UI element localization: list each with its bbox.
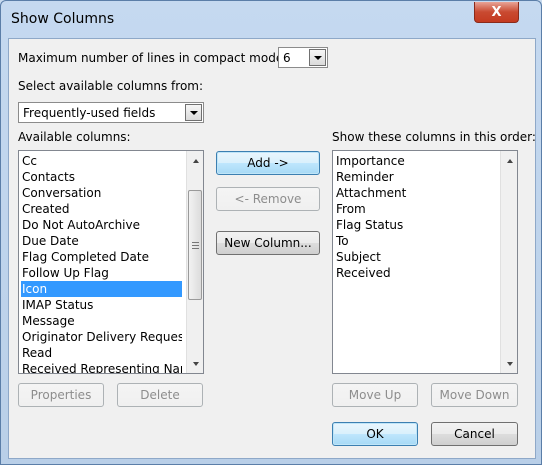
scroll-up-button[interactable] bbox=[501, 152, 517, 169]
title-bar: Show Columns X bbox=[1, 1, 541, 38]
dialog-body: Maximum number of lines in compact mode:… bbox=[8, 38, 536, 459]
cancel-button[interactable]: Cancel bbox=[431, 422, 518, 446]
list-item[interactable]: Received bbox=[335, 265, 496, 281]
new-column-button[interactable]: New Column... bbox=[216, 231, 320, 255]
scroll-up-button[interactable] bbox=[187, 152, 203, 169]
arrow-up-icon bbox=[192, 158, 199, 163]
scroll-down-button[interactable] bbox=[501, 355, 517, 372]
move-up-button[interactable]: Move Up bbox=[332, 383, 418, 407]
close-button[interactable]: X bbox=[474, 2, 519, 23]
add-button[interactable]: Add -> bbox=[216, 151, 320, 175]
ok-button[interactable]: OK bbox=[332, 422, 418, 446]
move-down-button[interactable]: Move Down bbox=[431, 383, 518, 407]
show-columns-dialog: Show Columns X Maximum number of lines i… bbox=[0, 0, 542, 465]
select-from-select[interactable]: Frequently-used fields bbox=[18, 102, 204, 123]
compact-mode-value: 6 bbox=[283, 51, 291, 65]
list-item[interactable]: Icon bbox=[21, 281, 182, 297]
delete-button[interactable]: Delete bbox=[117, 383, 203, 407]
chevron-down-icon bbox=[313, 55, 322, 60]
scroll-down-button[interactable] bbox=[187, 355, 203, 372]
scroll-thumb[interactable] bbox=[188, 190, 202, 300]
available-columns-list[interactable]: Cc Contacts Conversation Created Do Not Auto… bbox=[18, 150, 204, 374]
close-icon: X bbox=[491, 4, 502, 20]
shown-columns-scrollbar[interactable] bbox=[500, 151, 517, 373]
list-item[interactable]: Follow Up Flag bbox=[21, 265, 182, 281]
list-item[interactable]: Message bbox=[21, 313, 182, 329]
compact-mode-label: Maximum number of lines in compact mode: bbox=[18, 51, 288, 65]
arrow-down-icon bbox=[192, 361, 199, 366]
list-item[interactable]: Conversation bbox=[21, 185, 182, 201]
list-item[interactable]: Attachment bbox=[335, 185, 496, 201]
list-item[interactable]: From bbox=[335, 201, 496, 217]
grip-icon bbox=[191, 241, 199, 249]
list-item[interactable]: Due Date bbox=[21, 233, 182, 249]
list-item[interactable]: Do Not AutoArchive bbox=[21, 217, 182, 233]
list-item[interactable]: Importance bbox=[335, 153, 496, 169]
list-item[interactable]: IMAP Status bbox=[21, 297, 182, 313]
arrow-up-icon bbox=[506, 158, 513, 163]
list-item[interactable]: To bbox=[335, 233, 496, 249]
properties-button[interactable]: Properties bbox=[18, 383, 104, 407]
select-from-dropdown-button[interactable] bbox=[185, 104, 202, 121]
compact-mode-dropdown-button[interactable] bbox=[309, 49, 326, 66]
list-item[interactable]: Subject bbox=[335, 249, 496, 265]
list-item[interactable]: Cc bbox=[21, 153, 182, 169]
list-item[interactable]: Created bbox=[21, 201, 182, 217]
compact-mode-select[interactable]: 6 bbox=[278, 47, 328, 68]
chevron-down-icon bbox=[189, 110, 198, 115]
list-item[interactable]: Flag Completed Date bbox=[21, 249, 182, 265]
shown-columns-label: Show these columns in this order: bbox=[332, 130, 536, 144]
remove-button[interactable]: <- Remove bbox=[216, 187, 320, 211]
dialog-title: Show Columns bbox=[11, 11, 115, 27]
list-item[interactable]: Originator Delivery Requested bbox=[21, 329, 182, 345]
available-columns-label: Available columns: bbox=[18, 130, 131, 144]
list-item[interactable]: Received Representing Name bbox=[21, 361, 182, 373]
available-columns-scrollbar[interactable] bbox=[186, 151, 203, 373]
shown-columns-list[interactable]: Importance Reminder Attachment From Flag Sta… bbox=[332, 150, 518, 374]
list-item[interactable]: Contacts bbox=[21, 169, 182, 185]
arrow-down-icon bbox=[506, 361, 513, 366]
select-from-value: Frequently-used fields bbox=[23, 106, 156, 120]
list-item[interactable]: Flag Status bbox=[335, 217, 496, 233]
select-from-label: Select available columns from: bbox=[18, 79, 204, 93]
list-item[interactable]: Reminder bbox=[335, 169, 496, 185]
list-item[interactable]: Read bbox=[21, 345, 182, 361]
